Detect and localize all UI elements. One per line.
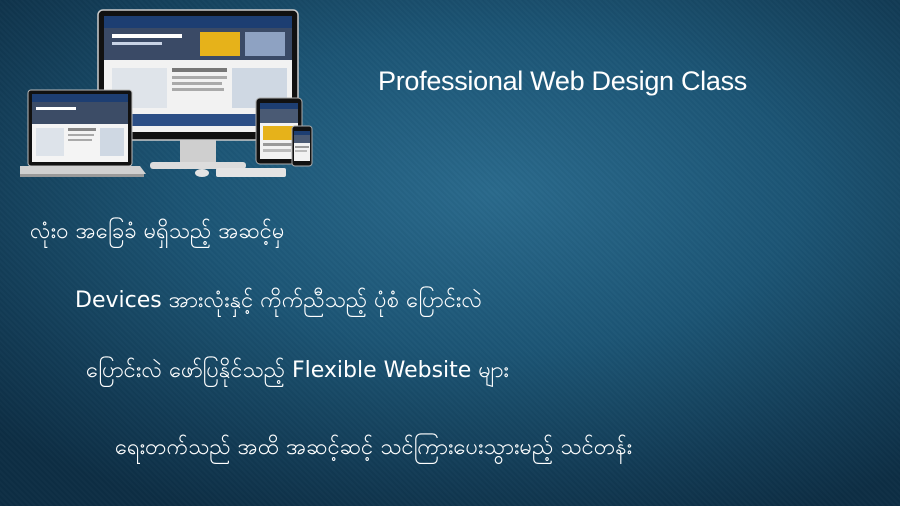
page-title: Professional Web Design Class — [378, 66, 747, 96]
phone-device — [291, 125, 313, 167]
course-line-3: ပြောင်းလဲ ဖော်ပြနိုင်သည့် Flexible Websi… — [86, 358, 509, 383]
laptop-device — [20, 89, 146, 177]
course-line-1: လုံး၀ အခြေခံ မရှိသည့် အဆင့်မှ — [30, 219, 285, 244]
course-line-2: Devices အားလုံးနှင့် ကိုက်ညီသည့် ပုံစံ ပ… — [75, 288, 483, 313]
keyboard — [216, 168, 286, 177]
mouse — [195, 169, 209, 177]
responsive-devices-mockup — [20, 9, 313, 177]
course-line-4: ရေးတက်သည် အထိ အဆင့်ဆင့် သင်ကြားပေးသွားမည… — [115, 435, 633, 460]
